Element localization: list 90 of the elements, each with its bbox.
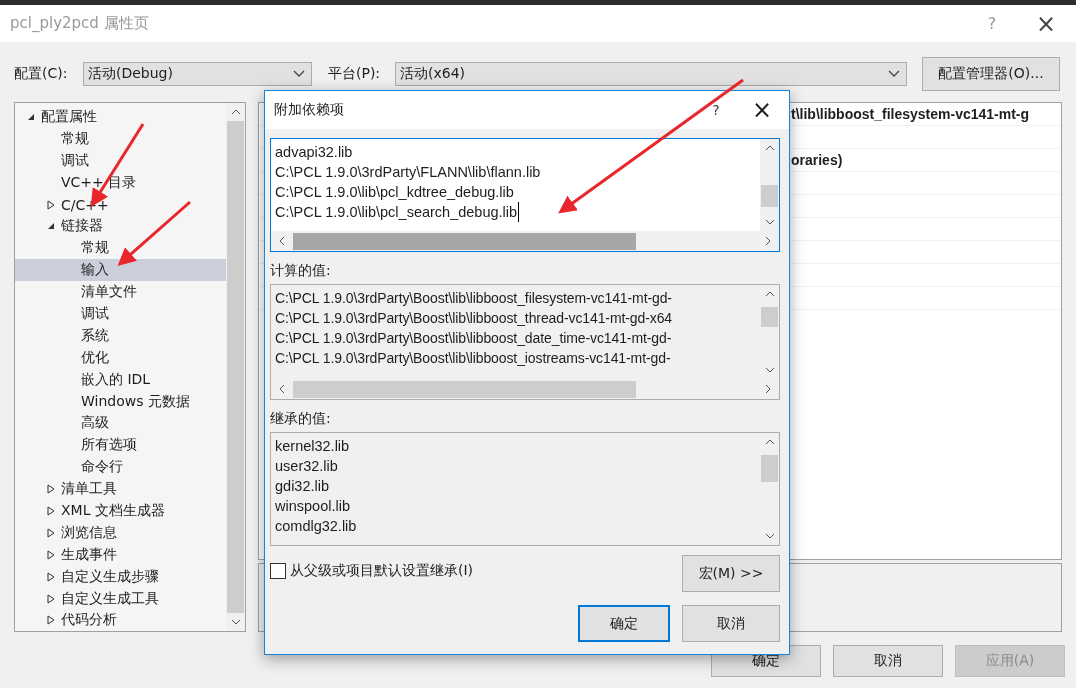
scroll-down-icon xyxy=(764,533,775,539)
tree-item[interactable]: 常规 xyxy=(15,237,226,260)
config-dropdown[interactable]: 活动(Debug) xyxy=(83,62,312,86)
expanded-triangle-icon xyxy=(47,222,55,231)
tree-item[interactable]: 自定义生成步骤 xyxy=(15,565,226,588)
dialog-button[interactable]: 取消 xyxy=(833,645,943,677)
dependencies-field[interactable]: advapi32.lib C:\PCL 1.9.0\3rdParty\FLANN\lib\flann.lib C:\PCL 1.9.0\lib\pcl_kdtree_debug.lib C:\PCL 1.9.0\lib\pcl_search_debug.lib xyxy=(270,138,780,252)
scroll-left-icon xyxy=(279,384,285,394)
tree-item[interactable]: 清单工具 xyxy=(15,478,226,501)
tree-item[interactable]: Windows 元数据 xyxy=(15,390,226,413)
dependency-line: C:\PCL 1.9.0\lib\pcl_search_debug.lib xyxy=(275,202,520,222)
collapsed-triangle-icon xyxy=(47,527,55,538)
tree-item[interactable]: 输入 xyxy=(15,259,226,282)
tree-item[interactable]: 链接器 xyxy=(15,215,226,238)
dependency-line: C:\PCL 1.9.0\3rdParty\FLANN\lib\flann.lib xyxy=(275,163,542,182)
scroll-up-icon xyxy=(764,145,775,151)
computed-values-label: 计算的值: xyxy=(270,262,332,280)
chevron-down-icon xyxy=(888,70,900,78)
tree-item[interactable]: XML 文档生成器 xyxy=(15,500,226,522)
tree-item[interactable]: 配置属性 xyxy=(15,106,226,128)
collapsed-triangle-icon xyxy=(47,549,55,560)
tree-item[interactable]: 浏览信息 xyxy=(15,521,226,544)
inherited-value: kernel32.lib xyxy=(275,437,351,456)
window-title: pcl_ply2pcd 属性页 xyxy=(10,14,150,33)
help-button[interactable]: ? xyxy=(701,102,731,118)
inherited-value: user32.lib xyxy=(275,457,339,476)
tree-item[interactable]: 代码分析 xyxy=(15,609,226,632)
tree-item[interactable]: C/C++ xyxy=(15,193,226,216)
platform-label: 平台(P): xyxy=(328,65,382,83)
scroll-down-icon xyxy=(764,219,775,225)
scroll-up-icon xyxy=(764,291,775,297)
tree-item[interactable]: 命令行 xyxy=(15,456,226,479)
platform-dropdown[interactable]: 活动(x64) xyxy=(395,62,907,86)
property-value: oraries) xyxy=(791,152,843,168)
collapsed-triangle-icon xyxy=(47,505,55,516)
tree-item[interactable]: VC++ 目录 xyxy=(15,171,226,194)
dependency-line: advapi32.lib xyxy=(275,143,354,162)
property-value: t\lib\libboost_filesystem-vc141-mt-g xyxy=(791,106,1030,122)
inherited-value: winspool.lib xyxy=(275,497,351,516)
scroll-left-icon xyxy=(279,236,285,246)
tree-item[interactable]: 清单文件 xyxy=(15,281,226,303)
horizontal-scrollbar[interactable] xyxy=(271,231,779,251)
scroll-down-icon xyxy=(764,367,775,373)
vertical-scrollbar[interactable] xyxy=(226,103,245,631)
scroll-up-icon xyxy=(230,109,241,115)
dialog-title: 附加依赖项 xyxy=(274,101,345,119)
computed-value: C:\PCL 1.9.0\3rdParty\Boost\lib\libboost_date_time-vc141-mt-gd- xyxy=(275,329,673,348)
tree-item[interactable]: 嵌入的 IDL xyxy=(15,368,226,391)
tree-item[interactable]: 所有选项 xyxy=(15,434,226,457)
scroll-thumb[interactable] xyxy=(761,455,778,482)
collapsed-triangle-icon xyxy=(47,484,55,495)
scroll-thumb[interactable] xyxy=(293,232,637,250)
checkbox-label[interactable]: 从父级或项目默认设置继承(I) xyxy=(290,562,474,580)
computed-value: C:\PCL 1.9.0\3rdParty\Boost\lib\libboost_iostreams-vc141-mt-gd- xyxy=(275,349,672,368)
cancel-button[interactable]: 取消 xyxy=(682,605,780,642)
scroll-thumb[interactable] xyxy=(293,380,637,398)
tree-item[interactable]: 调试 xyxy=(15,149,226,172)
tree-item[interactable]: 常规 xyxy=(15,127,226,150)
computed-value: C:\PCL 1.9.0\3rdParty\Boost\lib\libboost_filesystem-vc141-mt-gd- xyxy=(275,289,673,308)
config-label: 配置(C): xyxy=(14,65,69,83)
tree-item[interactable]: 调试 xyxy=(15,303,226,325)
computed-value: C:\PCL 1.9.0\3rdParty\Boost\lib\libboost_thread-vc141-mt-gd-x64 xyxy=(275,309,674,328)
scroll-thumb[interactable] xyxy=(761,307,778,327)
expanded-triangle-icon xyxy=(27,112,35,121)
inherited-values-label: 继承的值: xyxy=(270,410,332,428)
scroll-down-icon xyxy=(230,619,241,625)
close-button[interactable]: × xyxy=(747,96,777,124)
tree-item[interactable]: 优化 xyxy=(15,346,226,369)
tree-item[interactable]: 自定义生成工具 xyxy=(15,587,226,610)
inherited-value: comdlg32.lib xyxy=(275,517,358,536)
tree-item[interactable]: 高级 xyxy=(15,412,226,435)
chevron-down-icon xyxy=(293,70,305,78)
scroll-up-icon xyxy=(764,439,775,445)
collapsed-triangle-icon xyxy=(47,615,55,626)
vertical-scrollbar[interactable] xyxy=(760,139,779,231)
ok-button[interactable]: 确定 xyxy=(578,605,670,642)
scroll-right-icon xyxy=(765,384,771,394)
config-manager-button[interactable]: 配置管理器(O)... xyxy=(922,57,1060,91)
inherited-value: gdi32.lib xyxy=(275,477,330,496)
collapsed-triangle-icon xyxy=(47,593,55,604)
collapsed-triangle-icon xyxy=(47,199,55,210)
tree-item[interactable]: 系统 xyxy=(15,324,226,347)
collapsed-triangle-icon xyxy=(47,571,55,582)
scroll-right-icon xyxy=(765,236,771,246)
scroll-thumb[interactable] xyxy=(761,185,778,207)
close-button[interactable]: × xyxy=(1028,9,1064,38)
checkbox[interactable] xyxy=(270,563,286,579)
dependency-line: C:\PCL 1.9.0\lib\pcl_kdtree_debug.lib xyxy=(275,183,515,202)
macros-button[interactable]: 宏(M) >> xyxy=(682,555,780,592)
tree-item[interactable]: 生成事件 xyxy=(15,543,226,566)
